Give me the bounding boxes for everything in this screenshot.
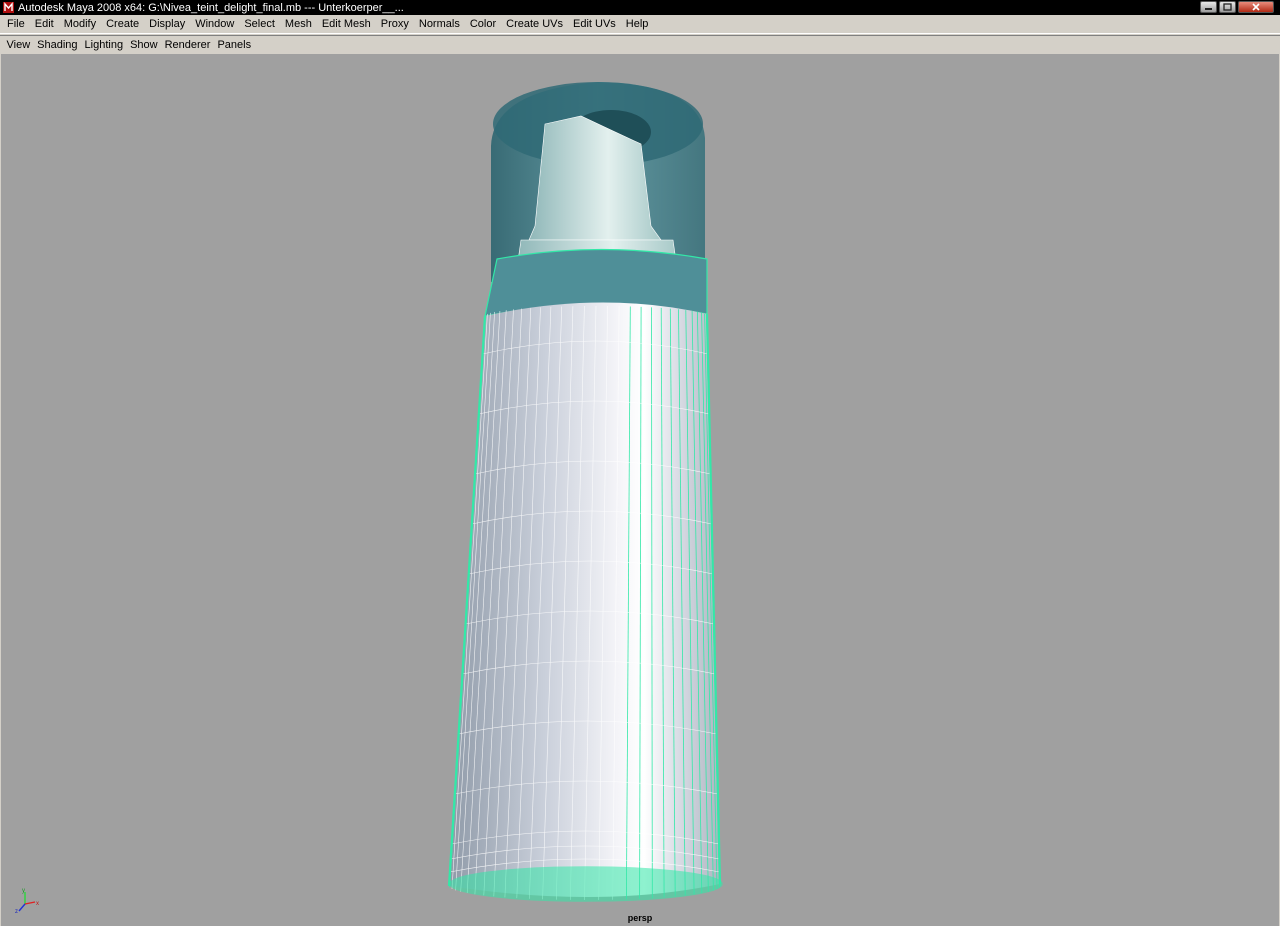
- panel-menu-show[interactable]: Show: [127, 36, 162, 54]
- menu-select[interactable]: Select: [239, 15, 280, 33]
- window-title: Autodesk Maya 2008 x64: G:\Nivea_teint_d…: [18, 1, 404, 14]
- menu-edit-mesh[interactable]: Edit Mesh: [317, 15, 376, 33]
- menu-modify[interactable]: Modify: [59, 15, 101, 33]
- panel-menu-panels[interactable]: Panels: [214, 36, 255, 54]
- menu-mesh[interactable]: Mesh: [280, 15, 317, 33]
- menu-normals[interactable]: Normals: [414, 15, 465, 33]
- axis-z-line: [18, 903, 26, 912]
- window-controls: [1200, 1, 1274, 13]
- panel-menu-renderer[interactable]: Renderer: [161, 36, 214, 54]
- minimize-button[interactable]: [1200, 1, 1217, 13]
- minimize-icon: [1205, 8, 1212, 10]
- menu-edit[interactable]: Edit: [30, 15, 59, 33]
- axis-x-label: x: [36, 901, 39, 907]
- main-menubar: File Edit Modify Create Display Window S…: [0, 15, 1280, 33]
- axis-gizmo: y x z: [15, 888, 39, 915]
- maximize-icon: [1223, 3, 1232, 11]
- bottle-model[interactable]: [1, 54, 1279, 926]
- menu-create-uvs[interactable]: Create UVs: [501, 15, 568, 33]
- menu-edit-uvs[interactable]: Edit UVs: [568, 15, 621, 33]
- menu-color[interactable]: Color: [465, 15, 501, 33]
- close-icon: [1252, 3, 1260, 11]
- bottle-base[interactable]: [449, 866, 723, 902]
- window-titlebar[interactable]: Autodesk Maya 2008 x64: G:\Nivea_teint_d…: [0, 0, 1280, 15]
- menu-help[interactable]: Help: [621, 15, 654, 33]
- panel-menu-shading[interactable]: Shading: [34, 36, 81, 54]
- menu-window[interactable]: Window: [190, 15, 239, 33]
- menu-file[interactable]: File: [2, 15, 30, 33]
- panel-menubar: View Shading Lighting Show Renderer Pane…: [1, 36, 1279, 54]
- close-button[interactable]: [1238, 1, 1274, 13]
- menu-display[interactable]: Display: [144, 15, 190, 33]
- menu-create[interactable]: Create: [101, 15, 144, 33]
- axis-x-line: [24, 901, 36, 905]
- menu-proxy[interactable]: Proxy: [376, 15, 414, 33]
- panel-menu-lighting[interactable]: Lighting: [81, 36, 127, 54]
- panel-menu-view[interactable]: View: [3, 36, 34, 54]
- camera-name-label: persp: [627, 913, 653, 923]
- axis-y-label: y: [22, 888, 25, 894]
- maya-app-icon: [3, 2, 14, 13]
- perspective-viewport[interactable]: y x z persp: [1, 54, 1279, 926]
- maximize-button[interactable]: [1219, 1, 1236, 13]
